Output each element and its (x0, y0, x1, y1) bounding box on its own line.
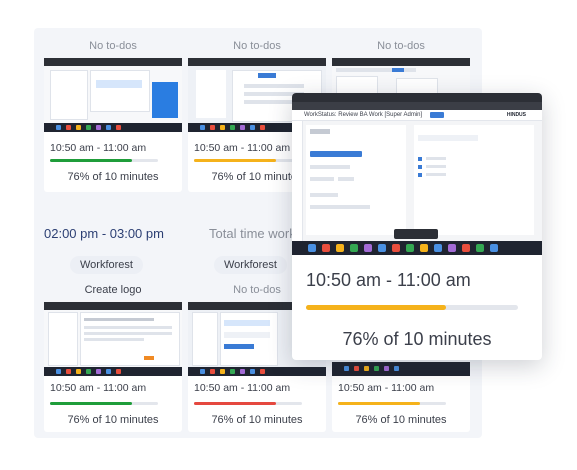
activity-bar-fill (194, 402, 277, 405)
project-badge: Workforest (70, 256, 143, 274)
screenshot-card[interactable]: 10:50 am - 11:00 am 76% of 10 minutes (332, 362, 470, 432)
time-range: 10:50 am - 11:00 am (338, 382, 435, 394)
screenshot-thumbnail[interactable] (332, 58, 470, 98)
activity-bar-fill (50, 402, 133, 405)
screenshot-thumbnail[interactable] (44, 58, 182, 132)
screenshot-preview-card[interactable]: WorkStatus: Review BA Work [Super Admin]… (292, 93, 542, 360)
activity-bar (194, 402, 302, 405)
screenshot-card[interactable]: 10:50 am - 11:00 am 76% of 10 minutes (44, 58, 182, 192)
screenshot-preview-image[interactable]: WorkStatus: Review BA Work [Super Admin]… (292, 93, 542, 255)
project-badge: Workforest (214, 256, 287, 274)
activity-bar (50, 159, 158, 162)
preview-time-range: 10:50 am - 11:00 am (306, 270, 471, 290)
activity-bar-fill (50, 159, 133, 162)
time-range: 10:50 am - 11:00 am (50, 142, 147, 154)
activity-bar (50, 402, 158, 405)
card-heading: No to-dos (233, 40, 281, 52)
screenshot-thumbnail[interactable] (44, 302, 182, 376)
preview-activity-bar (306, 305, 518, 310)
activity-bar (338, 402, 446, 405)
activity-bar (194, 159, 302, 162)
preview-taskbar (292, 241, 542, 255)
activity-bar-fill (338, 402, 421, 405)
screenshot-card[interactable] (332, 58, 470, 98)
card-heading: No to-dos (377, 40, 425, 52)
preview-activity-percent: 76% of 10 minutes (342, 329, 492, 349)
preview-logo: HINDUS (506, 112, 526, 118)
activity-percent: 76% of 10 minutes (355, 414, 447, 426)
preview-activity-bar-fill (306, 305, 446, 310)
time-range: 10:50 am - 11:00 am (50, 382, 147, 394)
card-heading: No to-dos (89, 40, 137, 52)
activity-percent: 76% of 10 minutes (211, 414, 303, 426)
activity-bar-fill (194, 159, 277, 162)
screenshot-card[interactable]: 10:50 am - 11:00 am 76% of 10 minutes (44, 302, 182, 432)
card-heading: Create logo (84, 284, 142, 296)
time-range: 10:50 am - 11:00 am (194, 382, 291, 394)
time-range: 10:50 am - 11:00 am (194, 142, 291, 154)
activity-percent: 76% of 10 minutes (67, 414, 159, 426)
time-block-range: 02:00 pm - 03:00 pm (44, 226, 164, 241)
screenshot-thumbnail[interactable] (332, 362, 470, 376)
activity-percent: 76% of 10 minutes (67, 171, 159, 183)
preview-app-title: WorkStatus: Review BA Work [Super Admin] (304, 112, 423, 118)
